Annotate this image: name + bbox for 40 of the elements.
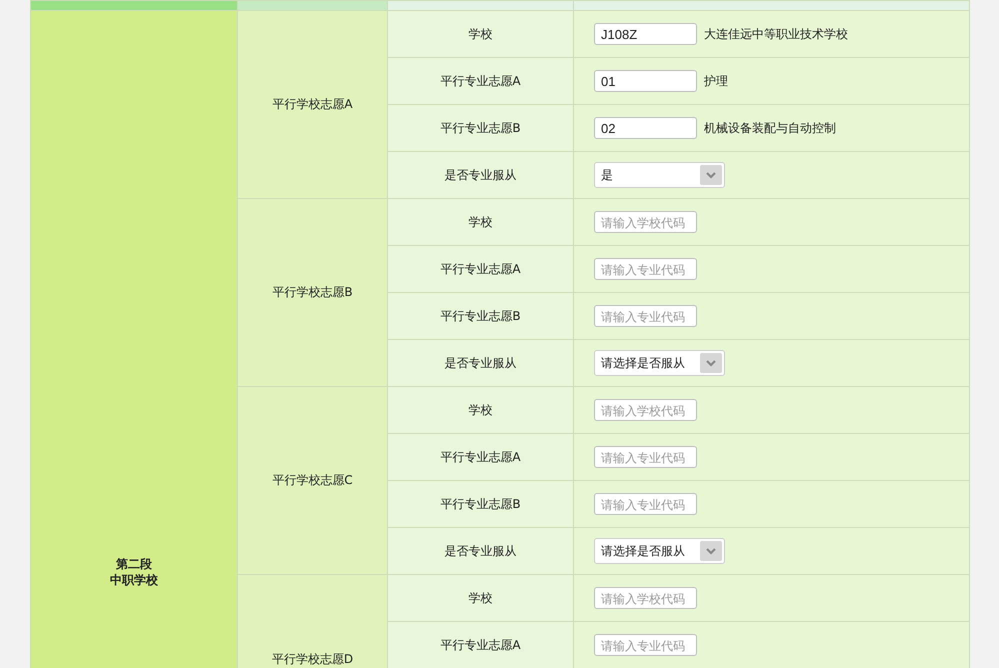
- field-label: 平行专业志愿A: [440, 74, 521, 88]
- section-title: 第二段: [115, 556, 153, 572]
- field-label: 学校: [468, 590, 492, 604]
- name-text: 大连佳远中等职业技术学校: [704, 26, 848, 42]
- code-input[interactable]: 请输入专业代码: [594, 634, 697, 656]
- group-label: 平行学校志愿C: [272, 473, 353, 487]
- code-input[interactable]: 请输入学校代码: [594, 211, 697, 233]
- code-input[interactable]: 请输入学校代码: [594, 399, 697, 421]
- field-label: 平行专业志愿B: [440, 120, 521, 134]
- field-label: 是否专业服从: [444, 168, 516, 182]
- group-label: 平行学校志愿D: [272, 652, 354, 666]
- caret-icon: [700, 353, 722, 373]
- code-input[interactable]: J108Z: [594, 23, 697, 45]
- field-label: 平行专业志愿A: [440, 450, 521, 464]
- code-input[interactable]: 请输入专业代码: [594, 258, 697, 280]
- field-label: 平行专业志愿B: [440, 496, 521, 510]
- dropdown[interactable]: 请选择是否服从: [594, 350, 725, 376]
- code-input[interactable]: 请输入专业代码: [594, 493, 697, 515]
- caret-icon: [700, 165, 722, 185]
- section-title: 中职学校: [109, 572, 159, 588]
- code-input[interactable]: 请输入专业代码: [594, 446, 697, 468]
- code-input[interactable]: 01: [594, 70, 697, 92]
- field-label: 平行专业志愿B: [440, 308, 521, 322]
- code-input[interactable]: 请输入学校代码: [594, 587, 697, 609]
- dropdown[interactable]: 请选择是否服从: [594, 538, 725, 564]
- code-input[interactable]: 02: [594, 117, 697, 139]
- field-label: 是否专业服从: [444, 356, 516, 370]
- name-text: 机械设备装配与自动控制: [704, 120, 836, 136]
- group-label: 平行学校志愿A: [272, 97, 353, 111]
- dropdown[interactable]: 是: [594, 162, 725, 188]
- field-label: 是否专业服从: [444, 544, 516, 558]
- code-input[interactable]: 请输入专业代码: [594, 305, 697, 327]
- name-text: 护理: [704, 72, 728, 90]
- field-label: 学校: [468, 26, 492, 40]
- field-label: 学校: [468, 402, 492, 416]
- field-label: 平行专业志愿A: [440, 638, 521, 652]
- field-label: 平行专业志愿A: [440, 262, 521, 276]
- caret-icon: [700, 541, 722, 561]
- field-label: 学校: [468, 214, 492, 228]
- group-label: 平行学校志愿B: [272, 285, 353, 299]
